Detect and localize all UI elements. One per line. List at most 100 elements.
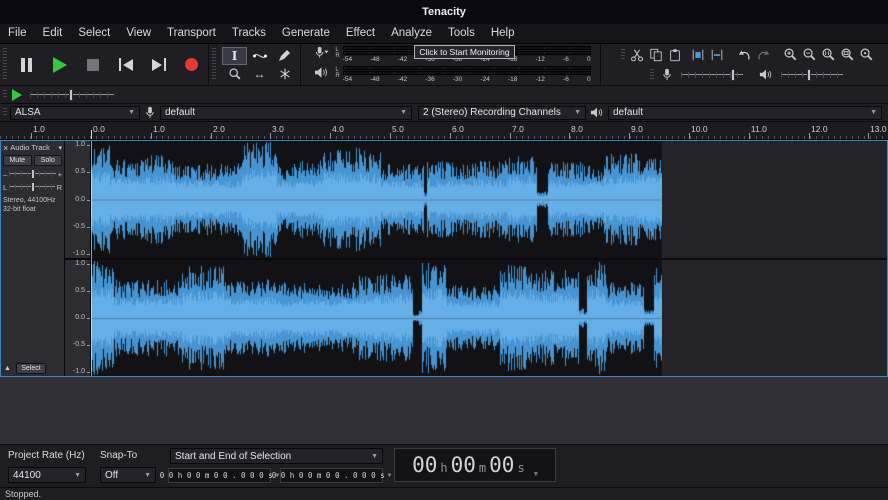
recording-meter[interactable]: LR -54-48-42-36-30-24-18-12-60 Click to … [310, 45, 590, 65]
waveform-channel-1[interactable] [91, 141, 662, 258]
time-shift-tool-button[interactable]: ↔ [247, 65, 272, 83]
project-rate-select[interactable]: 44100▼ [8, 467, 86, 483]
play-meter-speaker-icon[interactable] [314, 66, 329, 79]
mute-button[interactable]: Mute [3, 155, 32, 166]
paste-button[interactable] [666, 46, 685, 63]
recording-device-select[interactable]: default▼ [160, 106, 412, 120]
track-title[interactable]: Audio Track [10, 143, 56, 152]
play-speed-slider[interactable] [30, 89, 114, 101]
menu-tracks[interactable]: Tracks [224, 24, 274, 43]
draw-tool-button[interactable] [272, 47, 297, 65]
waveform-area[interactable] [91, 141, 887, 376]
toolbar-grip[interactable] [212, 48, 216, 81]
silence-selection-button[interactable] [708, 46, 727, 63]
meter-scale-value: -12 [536, 76, 545, 84]
amplitude-scale-label: 0.0 [75, 196, 85, 204]
slider-thumb[interactable] [31, 169, 35, 179]
zoom-toggle-button[interactable] [857, 46, 876, 63]
slider-thumb[interactable] [31, 182, 35, 192]
menu-tools[interactable]: Tools [440, 24, 483, 43]
recording-channels-select[interactable]: 2 (Stereo) Recording Channels▼ [418, 106, 586, 120]
slider-thumb[interactable] [807, 69, 811, 81]
audio-host-select[interactable]: ALSA▼ [10, 106, 140, 120]
toolbar-grip[interactable] [3, 108, 7, 117]
zoom-fit-button[interactable] [838, 46, 857, 63]
menu-file[interactable]: File [0, 24, 35, 43]
close-track-icon[interactable]: × [3, 144, 8, 152]
copy-button[interactable] [647, 46, 666, 63]
playback-device-select[interactable]: default▼ [608, 106, 882, 120]
ruler-tick-mark [211, 133, 212, 139]
empty-track-space[interactable] [0, 377, 888, 444]
amplitude-scale-tick [87, 227, 90, 228]
zoom-tool-icon [228, 67, 242, 81]
play-button[interactable] [43, 50, 76, 80]
paste-icon [668, 48, 682, 62]
amplitude-scale-label: 0.5 [75, 168, 85, 176]
pause-button[interactable] [10, 50, 43, 80]
playback-meter[interactable]: LR -54-48-42-36-30-24-18-12-60 [310, 65, 590, 85]
stop-button[interactable] [76, 50, 109, 80]
menu-view[interactable]: View [118, 24, 159, 43]
menu-help[interactable]: Help [483, 24, 523, 43]
position-minutes: 00 [451, 454, 476, 476]
menu-transport[interactable]: Transport [159, 24, 224, 43]
waveform-channel-2[interactable] [91, 260, 662, 376]
menu-select[interactable]: Select [70, 24, 118, 43]
cut-button[interactable] [628, 46, 647, 63]
menu-generate[interactable]: Generate [274, 24, 338, 43]
ruler-tick-label: 5.0 [392, 124, 404, 134]
track-control-panel[interactable]: × Audio Track ▾ Mute Solo – + L R Stereo… [1, 141, 65, 376]
audio-position-display[interactable]: 00 h 00 m 00 s ▼ [394, 448, 556, 482]
toolbar-grip[interactable] [650, 69, 654, 81]
toolbar-grip[interactable] [3, 90, 7, 99]
slider-thumb[interactable] [69, 89, 73, 101]
collapse-track-icon[interactable]: ▲ [4, 365, 11, 372]
toolbar-grip[interactable] [621, 49, 625, 61]
multi-tool-button[interactable] [272, 65, 297, 83]
track-menu-chevron-icon[interactable]: ▾ [58, 144, 62, 152]
undo-button[interactable] [735, 46, 754, 63]
record-meter-mic-icon[interactable] [314, 46, 329, 59]
chevron-down-icon: ▼ [534, 470, 538, 481]
gain-slider[interactable] [9, 169, 55, 179]
meter-scale-value: -42 [398, 76, 407, 84]
selection-mode-select[interactable]: Start and End of Selection▼ [170, 448, 383, 464]
toolbar-grip[interactable] [3, 48, 7, 81]
envelope-tool-button[interactable] [247, 47, 272, 65]
recording-volume-slider[interactable] [681, 69, 743, 81]
redo-button[interactable] [754, 46, 773, 63]
zoom-tool-button[interactable] [222, 65, 247, 83]
timeline-ruler[interactable]: 1.00.01.02.03.04.05.06.07.08.09.010.011.… [0, 122, 888, 140]
monitoring-tooltip[interactable]: Click to Start Monitoring [414, 45, 514, 59]
multi-tool-icon [278, 67, 292, 81]
pan-slider[interactable] [9, 182, 54, 192]
copy-icon [649, 48, 663, 62]
chevron-down-icon: ▼ [128, 109, 135, 116]
slider-thumb[interactable] [731, 69, 735, 81]
zoom-in-button[interactable] [781, 46, 800, 63]
zoom-out-button[interactable] [800, 46, 819, 63]
skip-to-start-button[interactable] [109, 50, 142, 80]
snap-to-select[interactable]: Off▼ [100, 467, 156, 483]
playback-volume-slider[interactable] [781, 69, 843, 81]
menu-analyze[interactable]: Analyze [383, 24, 440, 43]
selection-end-time[interactable]: 0 0 h 0 0 m 0 0 . 0 0 0 s▼ [280, 468, 383, 483]
skip-to-end-button[interactable] [142, 50, 175, 80]
select-track-button[interactable]: Select [16, 363, 46, 374]
vertical-scale-ruler[interactable]: 1.00.50.0-0.5-1.0 1.00.50.0-0.5-1.0 [65, 141, 91, 376]
selection-start-time[interactable]: 0 0 h 0 0 m 0 0 . 0 0 0 s▼ [168, 468, 271, 483]
stop-icon [87, 59, 99, 71]
trim-outside-selection-button[interactable] [689, 46, 708, 63]
amplitude-scale-label: 0.0 [75, 314, 85, 322]
status-text: Stopped. [5, 489, 41, 499]
transport-toolbar [0, 44, 209, 85]
record-button[interactable] [175, 50, 208, 80]
menu-edit[interactable]: Edit [35, 24, 71, 43]
play-at-speed-button[interactable] [10, 86, 26, 103]
menu-effect[interactable]: Effect [338, 24, 383, 43]
selection-tool-button[interactable]: I [222, 47, 247, 65]
solo-button[interactable]: Solo [34, 155, 63, 166]
ruler-tick-label: 2.0 [213, 124, 225, 134]
zoom-selection-button[interactable] [819, 46, 838, 63]
